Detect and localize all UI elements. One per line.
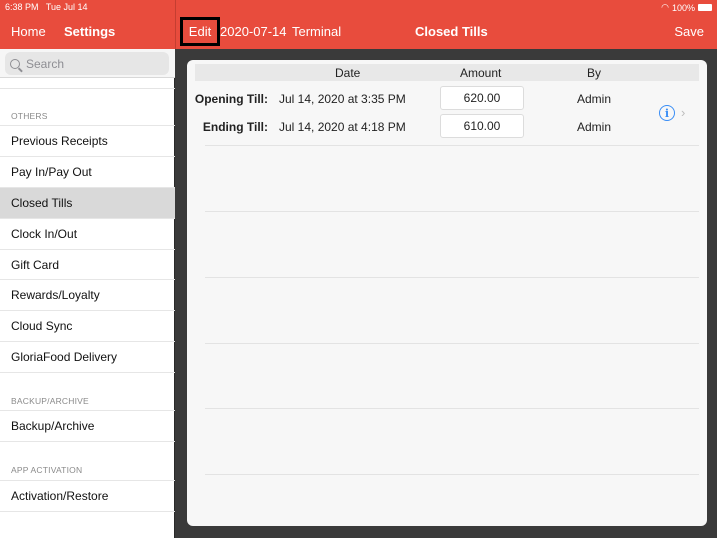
sidebar-item-clock-in-out[interactable]: Clock In/Out [0, 218, 175, 249]
row-label: Ending Till: [202, 120, 268, 134]
divider [0, 372, 175, 373]
section-label-app-activation: APP ACTIVATION [11, 465, 83, 475]
save-button[interactable]: Save [674, 24, 704, 39]
edit-label: Edit [188, 24, 212, 39]
status-time: 6:38 PM Tue Jul 14 [5, 2, 88, 12]
section-label-backup: BACKUP/ARCHIVE [11, 396, 89, 406]
column-header-amount: Amount [460, 66, 502, 80]
edit-button[interactable]: Edit [180, 17, 220, 46]
row-by: Admin [577, 92, 612, 106]
status-right: ◠ 100% [661, 2, 712, 13]
battery-percent: 100% [671, 2, 695, 13]
column-header-date: Date [335, 66, 361, 80]
header-divider [175, 0, 176, 49]
row-label: Opening Till: [194, 92, 268, 106]
divider [0, 88, 175, 89]
search-icon [10, 58, 20, 69]
home-button[interactable]: Home [11, 24, 46, 39]
chevron-right-icon[interactable]: › [681, 105, 685, 120]
sidebar-item-gloriafood-delivery[interactable]: GloriaFood Delivery [0, 341, 175, 372]
row-divider [205, 277, 699, 278]
battery-icon [698, 4, 712, 11]
table-header: Date Amount By [195, 64, 699, 81]
row-by: Admin [577, 120, 612, 134]
sidebar: Search OTHERS Previous Receipts Pay In/P… [0, 49, 175, 538]
row-divider [205, 211, 699, 212]
amount-field[interactable]: 620.00 [440, 86, 524, 110]
page-title: Closed Tills [415, 24, 488, 39]
closed-tills-panel: Date Amount By Opening Till: Jul 14, 202… [187, 60, 707, 526]
row-date: Jul 14, 2020 at 3:35 PM [279, 92, 406, 106]
search-input[interactable]: Search [5, 52, 169, 75]
sidebar-item-previous-receipts[interactable]: Previous Receipts [0, 125, 175, 156]
section-label-others: OTHERS [11, 111, 48, 121]
wifi-icon: ◠ [661, 2, 669, 12]
sidebar-item-rewards-loyalty[interactable]: Rewards/Loyalty [0, 279, 175, 310]
terminal-filter[interactable]: Terminal [292, 24, 341, 39]
search-bar: Search [0, 49, 175, 78]
sidebar-item-pay-in-out[interactable]: Pay In/Pay Out [0, 156, 175, 187]
row-divider [205, 474, 699, 475]
row-date: Jul 14, 2020 at 4:18 PM [279, 120, 406, 134]
sidebar-item-cloud-sync[interactable]: Cloud Sync [0, 310, 175, 341]
date-filter[interactable]: 2020-07-14 [220, 24, 287, 39]
info-icon[interactable]: i [659, 105, 675, 121]
settings-title: Settings [64, 24, 116, 39]
search-placeholder: Search [26, 56, 65, 71]
row-divider [205, 343, 699, 344]
sidebar-item-activation-restore[interactable]: Activation/Restore [0, 480, 175, 511]
amount-field[interactable]: 610.00 [440, 114, 524, 138]
divider [0, 511, 175, 512]
row-divider [205, 408, 699, 409]
sidebar-item-closed-tills[interactable]: Closed Tills [0, 187, 175, 218]
sidebar-item-gift-card[interactable]: Gift Card [0, 249, 175, 280]
top-bar: 6:38 PM Tue Jul 14 ◠ 100% Home Settings … [0, 0, 717, 49]
sidebar-item-backup-archive[interactable]: Backup/Archive [0, 410, 175, 441]
column-header-by: By [587, 66, 602, 80]
row-divider [205, 145, 699, 146]
divider [0, 441, 175, 442]
